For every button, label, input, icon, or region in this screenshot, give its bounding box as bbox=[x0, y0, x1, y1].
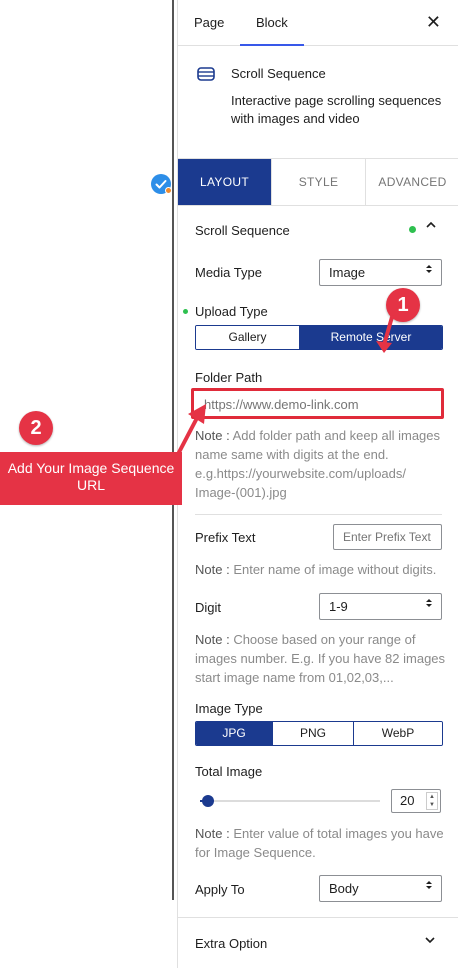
chevron-down-icon[interactable] bbox=[424, 934, 436, 949]
note-prefix: Note : bbox=[195, 826, 230, 841]
tab-advanced[interactable]: ADVANCED bbox=[366, 159, 458, 205]
media-type-value: Image bbox=[329, 265, 366, 280]
total-image-label: Total Image bbox=[195, 764, 263, 779]
digit-note: Note : Choose based on your range of ima… bbox=[195, 630, 450, 687]
settings-tabs: LAYOUT STYLE ADVANCED bbox=[178, 158, 458, 206]
note-text: Choose based on your range of images num… bbox=[195, 632, 446, 685]
annotation-highlight bbox=[191, 388, 444, 419]
image-type-jpg[interactable]: JPG bbox=[196, 722, 273, 745]
sidebar-tabs: Page Block ✕ bbox=[178, 0, 458, 46]
divider bbox=[195, 514, 442, 515]
total-image-note: Note : Enter value of total images you h… bbox=[195, 824, 450, 862]
digit-label: Digit bbox=[195, 600, 222, 615]
block-description: Interactive page scrolling sequences wit… bbox=[231, 93, 442, 126]
annotation-arrow-1 bbox=[376, 315, 394, 353]
upload-type-gallery[interactable]: Gallery bbox=[196, 326, 300, 349]
note-prefix: Note : bbox=[195, 562, 230, 577]
tab-style[interactable]: STYLE bbox=[272, 159, 366, 205]
total-image-input[interactable]: 20 ▲ ▼ bbox=[391, 789, 441, 813]
prefix-text-input[interactable] bbox=[333, 524, 442, 550]
note-text: Enter name of image without digits. bbox=[233, 562, 437, 577]
extra-option-title: Extra Option bbox=[195, 936, 268, 951]
apply-to-label: Apply To bbox=[195, 882, 245, 897]
note-text: Enter value of total images you have for… bbox=[195, 826, 444, 860]
apply-to-value: Body bbox=[329, 881, 359, 896]
section-title: Scroll Sequence bbox=[195, 223, 290, 238]
upload-type-label: Upload Type bbox=[195, 304, 268, 319]
total-image-slider-thumb[interactable] bbox=[202, 795, 214, 807]
block-title: Scroll Sequence bbox=[231, 66, 326, 81]
prefix-text-label: Prefix Text bbox=[195, 530, 256, 545]
image-type-png[interactable]: PNG bbox=[273, 722, 354, 745]
note-text: Add folder path and keep all images name… bbox=[195, 428, 441, 500]
apply-to-select[interactable]: Body bbox=[319, 875, 442, 902]
image-type-webp[interactable]: WebP bbox=[354, 722, 442, 745]
total-image-slider-track[interactable] bbox=[200, 800, 380, 802]
close-icon[interactable]: ✕ bbox=[426, 12, 441, 33]
tab-page[interactable]: Page bbox=[194, 0, 224, 46]
block-settings-sidebar: Page Block ✕ Scroll Sequence Interactive… bbox=[177, 0, 458, 968]
chevron-up-icon[interactable] bbox=[425, 219, 437, 234]
section-header[interactable]: Scroll Sequence bbox=[178, 208, 458, 252]
tab-block[interactable]: Block bbox=[240, 0, 304, 46]
tab-layout[interactable]: LAYOUT bbox=[178, 159, 272, 205]
active-indicator bbox=[409, 226, 416, 233]
extra-option-panel[interactable]: Extra Option bbox=[178, 917, 458, 968]
total-image-value: 20 bbox=[400, 793, 415, 808]
prefix-text-note: Note : Enter name of image without digit… bbox=[195, 560, 450, 579]
block-card: Scroll Sequence Interactive page scrolli… bbox=[178, 46, 458, 158]
select-arrows-icon bbox=[425, 876, 433, 901]
status-dot bbox=[165, 187, 172, 194]
media-type-label: Media Type bbox=[195, 265, 262, 280]
select-arrows-icon bbox=[425, 260, 433, 285]
annotation-callout: Add Your Image Sequence URL bbox=[0, 452, 182, 505]
folder-path-label: Folder Path bbox=[195, 370, 263, 385]
annotation-badge-2: 2 bbox=[19, 411, 53, 445]
upload-type-indicator bbox=[183, 309, 188, 314]
note-prefix: Note : bbox=[195, 632, 230, 647]
spinner-icon[interactable]: ▲ ▼ bbox=[426, 792, 438, 810]
select-arrows-icon bbox=[425, 594, 433, 619]
scroll-sequence-icon bbox=[196, 64, 216, 84]
media-type-select[interactable]: Image bbox=[319, 259, 442, 286]
image-type-label: Image Type bbox=[195, 701, 263, 716]
digit-select[interactable]: 1-9 bbox=[319, 593, 442, 620]
image-type-toggle: JPG PNG WebP bbox=[195, 721, 443, 746]
folder-path-note: Note : Add folder path and keep all imag… bbox=[195, 426, 445, 502]
digit-value: 1-9 bbox=[329, 599, 348, 614]
